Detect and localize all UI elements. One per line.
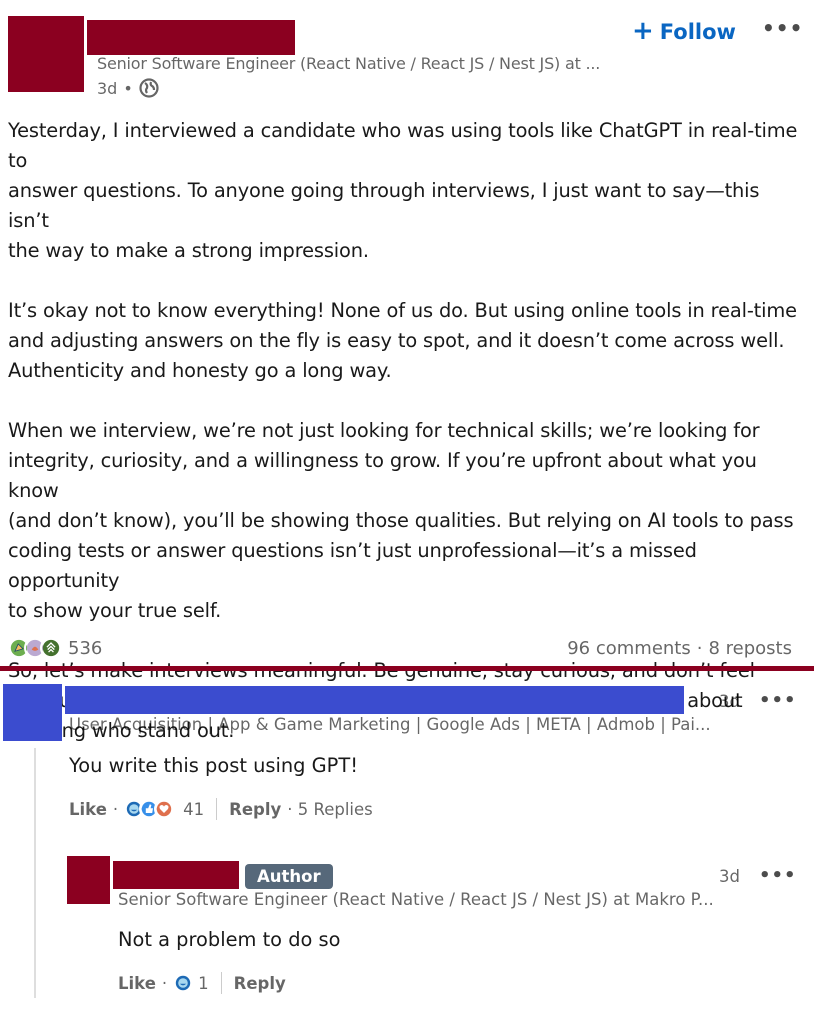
comment-reactions[interactable]: 41 [124, 799, 204, 819]
reply-text: Not a problem to do so [118, 928, 341, 951]
reply-actions: Like · 1 Reply [118, 972, 286, 994]
actions-dot: · [112, 799, 119, 819]
insightful-icon [40, 637, 62, 659]
commenter-name-redacted[interactable] [65, 686, 684, 714]
social-counts-bar: 536 96 comments · 8 reposts [0, 634, 814, 666]
reply-author-avatar[interactable] [67, 856, 110, 904]
follow-label: Follow [659, 20, 736, 44]
author-badge: Author [245, 864, 333, 889]
post-header: Senior Software Engineer (React Native /… [0, 0, 814, 110]
commenter-avatar[interactable] [3, 684, 62, 741]
comments-reposts: 96 comments · 8 reposts [567, 638, 792, 659]
author-headline: Senior Software Engineer (React Native /… [97, 54, 601, 73]
replies-count-link[interactable]: · 5 Replies [287, 800, 373, 819]
reply-reactions[interactable]: 1 [173, 973, 209, 993]
plus-icon: + [632, 16, 654, 46]
comment-text: You write this post using GPT! [69, 754, 358, 777]
reply-like-button[interactable]: Like [118, 974, 156, 993]
reaction-count[interactable]: 536 [68, 638, 102, 659]
reply-author-name-redacted[interactable] [113, 861, 239, 889]
author-avatar[interactable] [8, 16, 84, 92]
social-separator: · [696, 638, 703, 659]
reply-actions-divider [220, 972, 222, 994]
comment-time: 3d [719, 692, 740, 711]
author-name-redacted[interactable] [87, 20, 295, 55]
reposts-count-link[interactable]: 8 reposts [708, 638, 792, 659]
post-more-icon[interactable]: ••• [762, 16, 803, 40]
section-divider [0, 666, 814, 671]
post-paragraph: Yesterday, I interviewed a candidate who… [8, 119, 798, 262]
like-button[interactable]: Like [69, 800, 107, 819]
comment-reaction-count: 41 [183, 799, 205, 819]
reply-reply-button[interactable]: Reply [234, 974, 286, 993]
reply-author-headline: Senior Software Engineer (React Native /… [118, 890, 714, 909]
reply-button[interactable]: Reply [229, 800, 281, 819]
actions-divider [216, 798, 218, 820]
post-paragraph: When we interview, we’re not just lookin… [8, 419, 794, 622]
love-icon [154, 799, 175, 819]
thread-line [34, 748, 36, 998]
reply-more-icon[interactable]: ••• [759, 865, 797, 886]
comment-actions: Like · 41 Reply · 5 Replies [69, 798, 373, 820]
funny-icon [173, 973, 194, 993]
follow-button[interactable]: + Follow [632, 16, 736, 48]
commenter-headline: User Acquisition | App & Game Marketing … [69, 715, 711, 734]
post-meta: 3d • [97, 78, 159, 98]
post-paragraph: It’s okay not to know everything! None o… [8, 299, 797, 382]
comments-count-link[interactable]: 96 comments [567, 638, 691, 659]
reply-actions-dot: · [161, 973, 168, 993]
globe-icon [139, 78, 159, 98]
comment-more-icon[interactable]: ••• [759, 690, 797, 711]
reactions-summary[interactable]: 536 [8, 637, 102, 659]
reply-time: 3d [719, 867, 740, 886]
meta-separator: • [123, 78, 133, 98]
reply-reaction-count: 1 [198, 973, 209, 993]
post-time: 3d [97, 78, 118, 98]
